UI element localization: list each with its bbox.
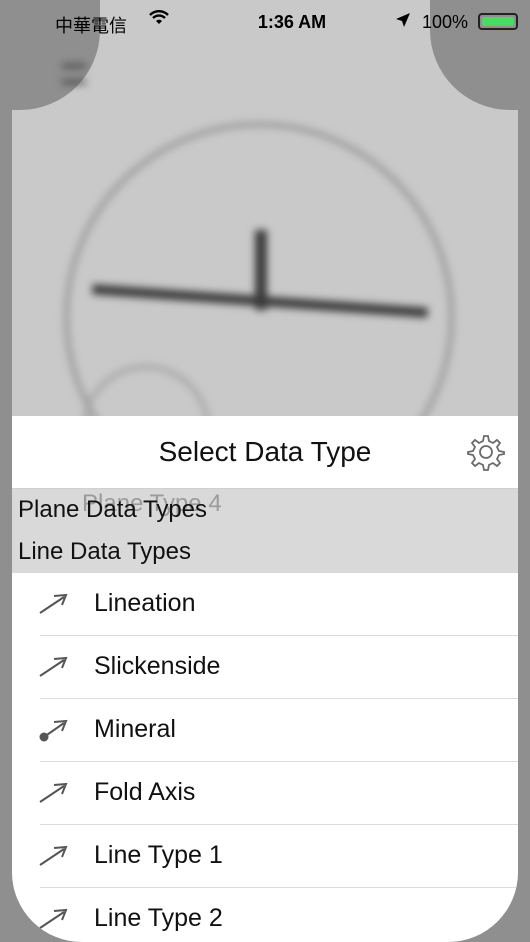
avatar — [467, 58, 503, 94]
list-item-lineation[interactable]: Lineation — [12, 573, 518, 636]
battery-percent: 100% — [422, 12, 469, 32]
data-type-sheet: Select Data Type Plane Type 4 Plane Data… — [12, 416, 518, 942]
background-app — [12, 0, 518, 512]
list-item-line-type-2[interactable]: Line Type 2 — [12, 888, 518, 942]
arrow-icon — [38, 906, 70, 932]
list-item-label: Mineral — [94, 715, 176, 743]
sheet-title: Select Data Type — [158, 436, 372, 467]
section-line-data-types[interactable]: Line Data Types — [12, 531, 518, 573]
gear-icon[interactable] — [466, 432, 506, 472]
arrow-icon — [38, 654, 70, 680]
dot-arrow-icon — [38, 717, 70, 743]
list-item-line-type-1[interactable]: Line Type 1 — [12, 825, 518, 888]
list-item-label: Slickenside — [94, 652, 221, 680]
list-item-mineral[interactable]: Mineral — [12, 699, 518, 762]
sheet-header: Select Data Type — [12, 416, 518, 489]
status-bar: 中華電信 1:36 AM 100% — [12, 0, 518, 44]
section-label: Plane Data Types — [18, 496, 208, 523]
list-item-slickenside[interactable]: Slickenside — [12, 636, 518, 699]
arrow-icon — [38, 591, 70, 617]
location-icon — [394, 11, 412, 34]
list-item-label: Line Type 1 — [94, 841, 223, 869]
arrow-icon — [38, 843, 70, 869]
list-item-label: Lineation — [94, 589, 196, 617]
battery-icon — [478, 13, 518, 30]
section-label: Line Data Types — [18, 538, 192, 565]
list-item-label: Fold Axis — [94, 778, 196, 806]
list-item-label: Line Type 2 — [94, 904, 223, 932]
device-screen: 中華電信 1:36 AM 100% Select Data Type Plane… — [12, 0, 518, 942]
dip-line — [255, 230, 267, 310]
arrow-icon — [38, 780, 70, 806]
menu-icon — [62, 64, 86, 84]
list-item-fold-axis[interactable]: Fold Axis — [12, 762, 518, 825]
section-plane-data-types[interactable]: Plane Type 4 Plane Data Types — [12, 489, 518, 531]
